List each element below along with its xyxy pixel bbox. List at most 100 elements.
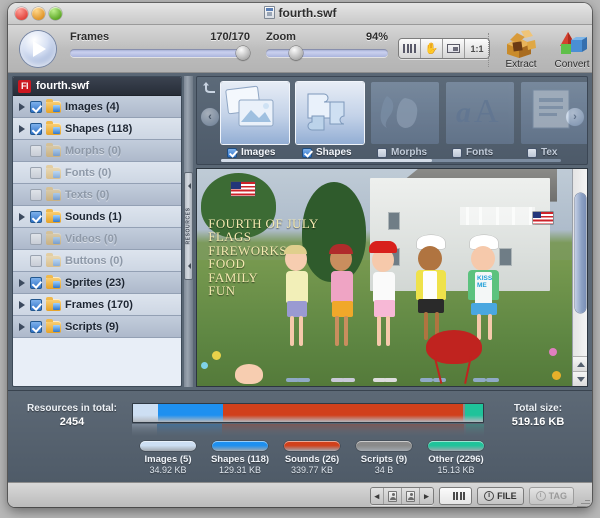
- sidebar-item-morphs[interactable]: Morphs (0): [13, 140, 181, 162]
- carousel-tab-tex[interactable]: Tex: [521, 82, 587, 158]
- splitter-arrow-down-icon: [188, 263, 191, 269]
- overlay-line: FLAGS: [208, 229, 252, 245]
- disclosure-triangle-icon[interactable]: [18, 190, 27, 199]
- sidebar-item-shapes[interactable]: Shapes (118): [13, 118, 181, 140]
- carousel-tab-images[interactable]: Images: [221, 82, 289, 158]
- disclosure-triangle-icon[interactable]: [18, 322, 27, 331]
- item-checkbox[interactable]: [30, 122, 42, 135]
- sidebar-header: Fl fourth.swf: [13, 77, 181, 96]
- sidebar-splitter[interactable]: RESOURCES: [184, 76, 193, 387]
- disclosure-triangle-icon[interactable]: [18, 278, 27, 287]
- sidebar-item-images[interactable]: Images (4): [13, 96, 181, 118]
- window-title-text: fourth.swf: [278, 6, 337, 20]
- swf-stage-preview[interactable]: FOURTH OF JULY FLAGS FIREWORKS FOOD FAMILY FU…: [197, 169, 572, 386]
- person-icon-2: [406, 490, 416, 502]
- legend-color-swatch: [356, 441, 412, 451]
- resource-thumb-button-1[interactable]: [384, 488, 403, 504]
- item-checkbox[interactable]: [30, 320, 42, 333]
- overlay-line: FOURTH OF JULY: [208, 215, 319, 231]
- carousel-tab-checkbox[interactable]: [452, 147, 462, 158]
- item-checkbox[interactable]: [30, 144, 42, 157]
- carousel-tab-fonts[interactable]: a A Fonts: [446, 82, 514, 158]
- resource-prev-button[interactable]: ◂: [370, 488, 385, 504]
- resource-thumb-button-2[interactable]: [402, 488, 421, 504]
- file-info-button[interactable]: i FILE: [477, 487, 524, 505]
- disclosure-triangle-icon[interactable]: [18, 124, 27, 133]
- folder-icon: [46, 164, 61, 179]
- sidebar-item-sounds[interactable]: Sounds (1): [13, 206, 181, 228]
- hand-tool-button[interactable]: ✋: [421, 39, 443, 58]
- item-checkbox[interactable]: [30, 210, 42, 223]
- folder-icon: [46, 230, 61, 245]
- carousel-tab-checkbox[interactable]: [302, 147, 312, 158]
- tag-info-button[interactable]: i TAG: [528, 487, 574, 505]
- sidebar-item-label: Buttons (0): [65, 254, 124, 267]
- resource-next-button[interactable]: ▸: [420, 488, 433, 504]
- sidebar-item-scripts[interactable]: Scripts (9): [13, 316, 181, 338]
- disclosure-triangle-icon[interactable]: [18, 212, 27, 221]
- extract-label: Extract: [505, 59, 537, 70]
- carousel-prev-button[interactable]: ‹: [201, 108, 219, 126]
- folder-icon: [46, 208, 61, 223]
- extract-button[interactable]: Extract: [495, 29, 547, 70]
- meter-segment-other: [465, 404, 483, 422]
- zoom-slider-knob[interactable]: [289, 46, 304, 60]
- play-button[interactable]: [20, 31, 56, 67]
- morph-icon: [371, 82, 439, 144]
- svg-text:A: A: [474, 93, 499, 130]
- item-checkbox[interactable]: [30, 188, 42, 201]
- frames-slider-knob[interactable]: [236, 46, 250, 60]
- carousel-scrollbar[interactable]: [221, 159, 561, 162]
- meter-segment-sounds: [222, 424, 464, 437]
- disclosure-triangle-icon[interactable]: [18, 234, 27, 243]
- photos-icon: [221, 82, 289, 144]
- resources-splitter-handle[interactable]: RESOURCES: [184, 172, 193, 280]
- item-checkbox[interactable]: [30, 100, 42, 113]
- actual-size-button[interactable]: 1:1: [465, 39, 489, 58]
- item-checkbox[interactable]: [30, 232, 42, 245]
- convert-button[interactable]: Convert: [546, 29, 592, 70]
- scroll-up-button[interactable]: [573, 356, 587, 371]
- folder-icon: [46, 274, 61, 289]
- window-titlebar[interactable]: fourth.swf: [8, 3, 592, 25]
- legend-label: Shapes (118): [210, 454, 270, 465]
- disclosure-triangle-icon[interactable]: [18, 146, 27, 155]
- item-checkbox[interactable]: [30, 298, 42, 311]
- carousel-tab-checkbox[interactable]: [527, 147, 537, 158]
- frames-slider[interactable]: [70, 46, 250, 60]
- zoom-slider[interactable]: [266, 46, 388, 60]
- flower-1: [212, 350, 221, 360]
- carousel-tab-checkbox[interactable]: [377, 147, 387, 158]
- carousel-tab-morphs[interactable]: Morphs: [371, 82, 439, 158]
- undo-arrow-icon[interactable]: [202, 81, 218, 95]
- disclosure-triangle-icon[interactable]: [18, 168, 27, 177]
- disclosure-triangle-icon[interactable]: [18, 102, 27, 111]
- sidebar-item-frames[interactable]: Frames (170): [13, 294, 181, 316]
- application-window: fourth.swf Frames 170/170 Zoom 94% ✋ 1:1…: [8, 3, 592, 507]
- level-meter[interactable]: [438, 487, 473, 505]
- item-checkbox[interactable]: [30, 166, 42, 179]
- fit-window-button[interactable]: [443, 39, 465, 58]
- sidebar-item-sprites[interactable]: Sprites (23): [13, 272, 181, 294]
- sidebar-item-videos[interactable]: Videos (0): [13, 228, 181, 250]
- scrollbar-thumb[interactable]: [575, 193, 586, 313]
- legend-value: 34.92 KB: [149, 465, 187, 475]
- sidebar-item-texts[interactable]: Texts (0): [13, 184, 181, 206]
- scroll-down-button[interactable]: [573, 371, 587, 386]
- resize-grip[interactable]: [577, 494, 590, 507]
- size-distribution-legend: Images (5) 34.92 KB Shapes (118) 129.31 KB S…: [132, 441, 492, 475]
- item-checkbox[interactable]: [30, 254, 42, 267]
- sidebar-item-fonts[interactable]: Fonts (0): [13, 162, 181, 184]
- sidebar-item-buttons[interactable]: Buttons (0): [13, 250, 181, 272]
- carousel-tab-shapes[interactable]: Shapes: [296, 82, 364, 158]
- sidebar-item-label: Scripts (9): [65, 320, 119, 333]
- timeline-view-button[interactable]: [399, 39, 421, 58]
- zoom-label: Zoom: [266, 31, 296, 43]
- flower-4: [551, 370, 561, 380]
- item-checkbox[interactable]: [30, 276, 42, 289]
- preview-vertical-scrollbar[interactable]: [572, 169, 587, 386]
- carousel-tab-strip: Images Shapes Morphs a A Fonts Tex: [221, 82, 587, 158]
- disclosure-triangle-icon[interactable]: [18, 256, 27, 265]
- disclosure-triangle-icon[interactable]: [18, 300, 27, 309]
- carousel-tab-checkbox[interactable]: [227, 147, 237, 158]
